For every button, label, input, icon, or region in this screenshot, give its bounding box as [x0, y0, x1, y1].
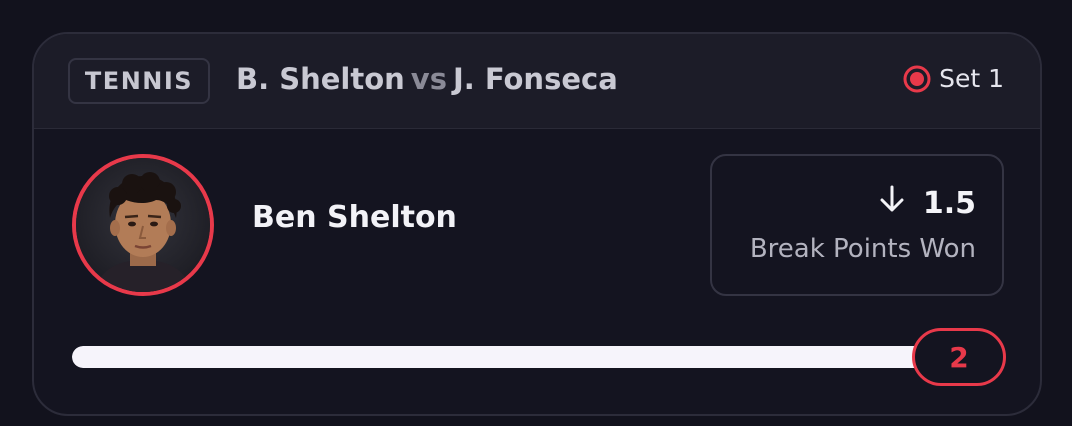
sport-badge: TENNIS [68, 58, 210, 104]
stat-label: Break Points Won [749, 234, 976, 264]
progress-bar [72, 346, 932, 368]
player-name: Ben Shelton [252, 200, 457, 235]
stat-line-box[interactable]: 1.5 Break Points Won [710, 154, 1004, 296]
matchup-title: B. Shelton vs J. Fonseca [236, 62, 618, 96]
card-header: TENNIS B. Shelton vs J. Fonseca Set 1 [34, 34, 1040, 129]
set-status: Set 1 [939, 64, 1004, 93]
player-b-name: J. Fonseca [452, 62, 618, 96]
player-avatar [72, 154, 214, 296]
prop-card[interactable]: TENNIS B. Shelton vs J. Fonseca Set 1 Be… [32, 32, 1042, 416]
progress-fill [72, 346, 932, 368]
stat-line-value: 1.5 [922, 185, 976, 221]
player-a-name: B. Shelton [236, 62, 405, 96]
live-indicator-icon [903, 65, 931, 93]
vs-separator: vs [410, 62, 447, 96]
live-status: Set 1 [903, 64, 1004, 93]
stat-line: 1.5 [877, 184, 976, 222]
arrow-down-icon [877, 184, 907, 222]
current-value-badge: 2 [912, 328, 1006, 386]
